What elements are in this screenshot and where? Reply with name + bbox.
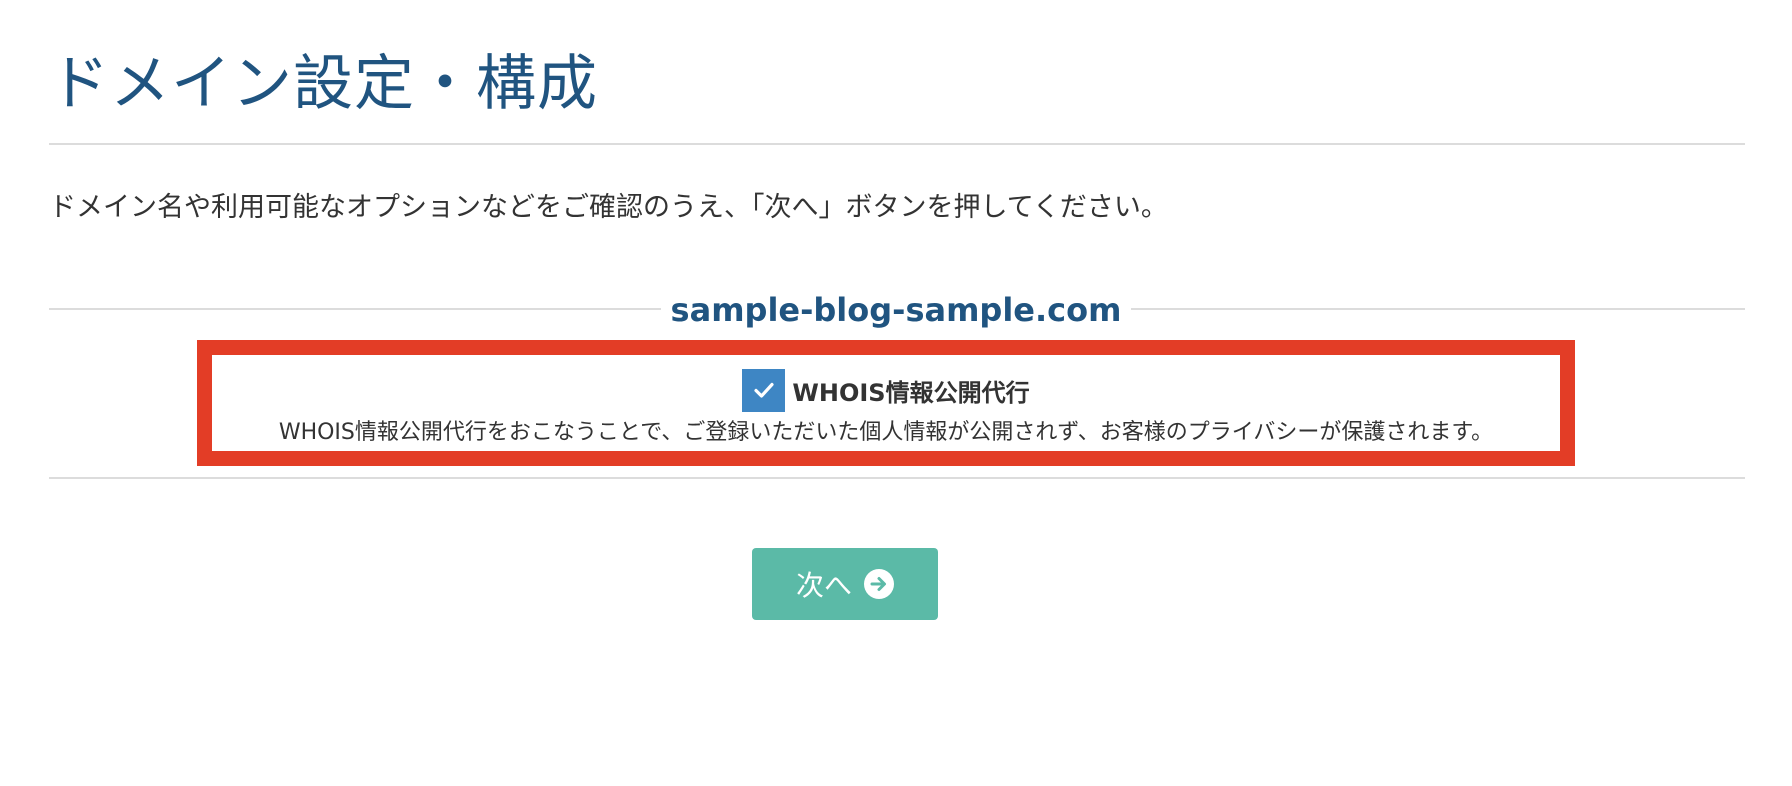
whois-option-label[interactable]: WHOIS情報公開代行 [792,373,1029,408]
title-divider [49,143,1745,145]
domain-divider-left [49,308,661,310]
whois-checkbox[interactable] [742,368,786,412]
domain-heading: sample-blog-sample.com [49,286,1745,336]
whois-option-highlight: WHOIS情報公開代行 WHOIS情報公開代行をおこなうことで、ご登録いただいた… [197,340,1575,466]
next-button[interactable]: 次へ [752,548,938,620]
domain-name: sample-blog-sample.com [670,291,1122,329]
domain-divider-right [1131,308,1745,310]
arrow-circle-right-icon [864,569,894,599]
whois-option-description: WHOIS情報公開代行をおこなうことで、ご登録いただいた個人情報が公開されず、お… [278,420,1494,445]
section-divider [49,477,1745,479]
page-title: ドメイン設定・構成 [49,49,598,119]
whois-option-header: WHOIS情報公開代行 [212,368,1560,412]
checkmark-icon [754,382,774,398]
next-button-label: 次へ [795,569,852,602]
intro-text: ドメイン名や利用可能なオプションなどをご確認のうえ、「次へ」ボタンを押してくださ… [49,192,1168,223]
